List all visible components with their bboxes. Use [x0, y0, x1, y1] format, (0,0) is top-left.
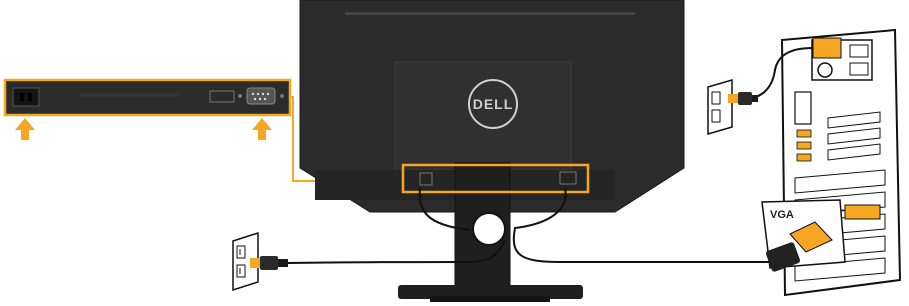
- wall-outlet-icon: [707, 79, 733, 135]
- power-plug-icon: [250, 256, 288, 270]
- power-port-icon: [12, 87, 40, 107]
- vga-port-icon: [246, 87, 276, 105]
- power-socket-highlight: [812, 37, 842, 59]
- vga-callout: VGA: [761, 199, 846, 272]
- svg-text:DELL: DELL: [473, 96, 514, 112]
- arrow-up-icon: [252, 118, 272, 140]
- connection-diagram: DELL VGA: [3, 0, 902, 302]
- vga-label: VGA: [770, 209, 794, 221]
- arrow-up-icon: [15, 118, 35, 140]
